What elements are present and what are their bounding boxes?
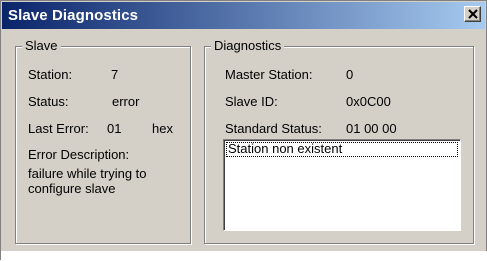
window-title: Slave Diagnostics (8, 7, 139, 24)
error-description-line-1: failure while trying to (28, 166, 147, 181)
last-error-label: Last Error: (28, 121, 89, 136)
diagnostics-group-label: Diagnostics (211, 38, 285, 53)
master-station-value: 0 (346, 67, 354, 82)
slave-id-label: Slave ID: (225, 94, 278, 109)
list-item[interactable]: Station non existent (226, 142, 458, 157)
standard-status-label: Standard Status: (225, 121, 322, 136)
last-error-value: 01 (107, 121, 122, 136)
dialog-window: Slave Diagnostics Slave Station: 7 Statu… (0, 0, 487, 261)
slave-id-value: 0x0C00 (346, 94, 391, 109)
station-label: Station: (28, 67, 73, 82)
close-button[interactable] (464, 6, 481, 22)
slave-group-label: Slave (22, 38, 61, 53)
title-bar[interactable]: Slave Diagnostics (2, 2, 485, 29)
last-error-unit: hex (152, 121, 173, 136)
master-station-label: Master Station: (225, 67, 313, 82)
standard-status-value: 01 00 00 (346, 121, 397, 136)
error-description-line-2: configure slave (28, 181, 116, 196)
status-label: Status: (28, 94, 69, 109)
error-description-label: Error Description: (28, 147, 130, 162)
diagnostics-message-list[interactable]: Station non existent (223, 139, 461, 231)
station-value: 7 (111, 67, 119, 82)
status-value: error (112, 94, 140, 109)
close-icon (468, 9, 478, 19)
